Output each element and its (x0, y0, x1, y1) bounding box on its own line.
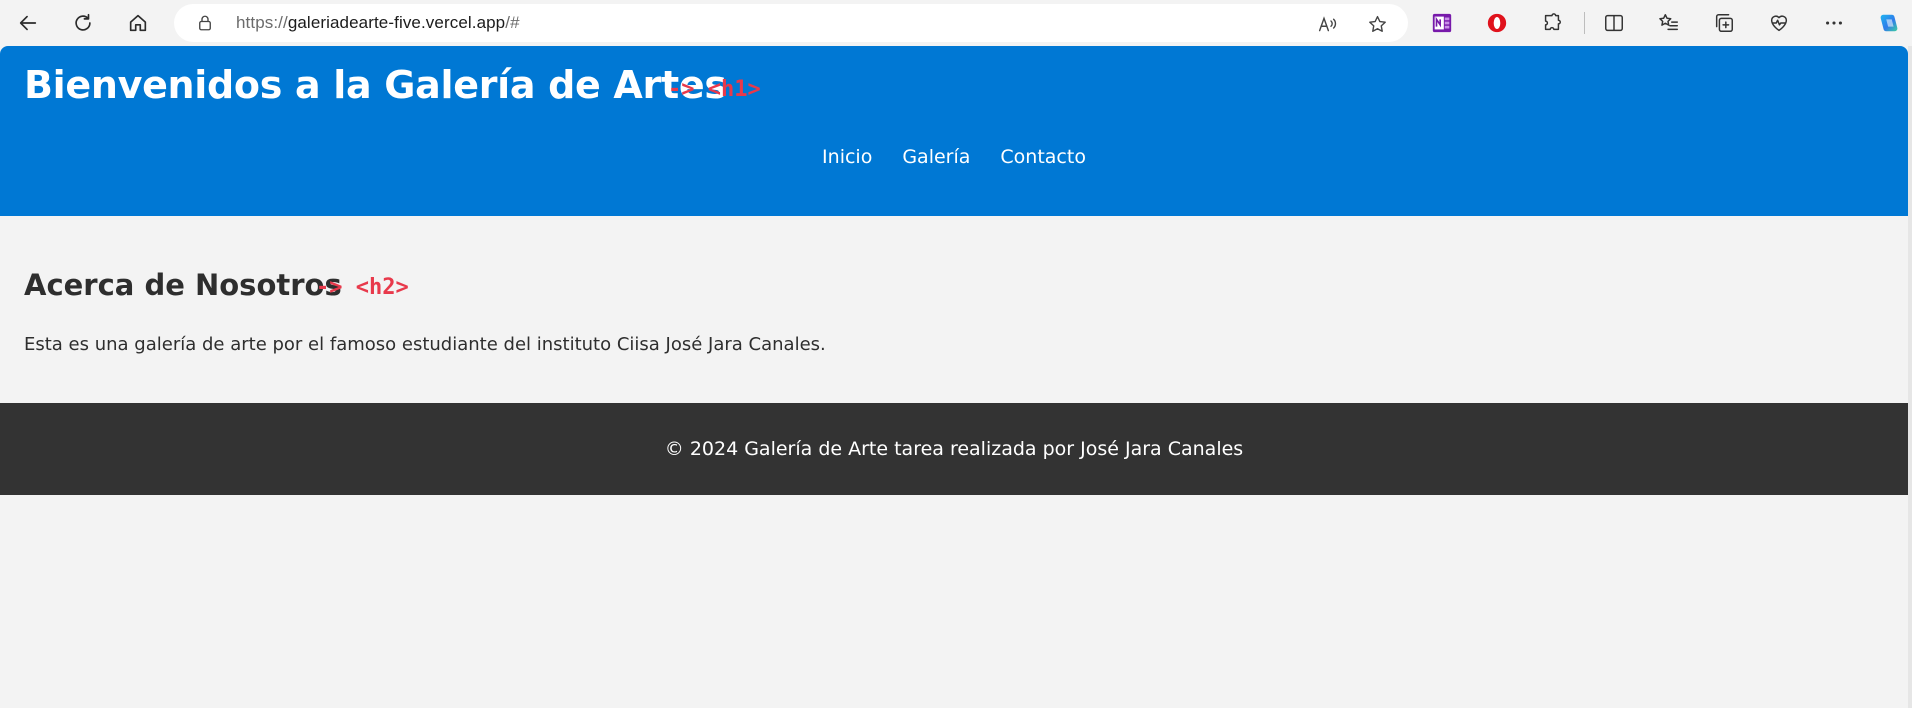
toolbar-divider (1584, 12, 1585, 34)
web-page: Bienvenidos a la Galería de Artes -> <h1… (0, 46, 1908, 708)
home-icon[interactable] (120, 5, 156, 41)
url-text[interactable]: https://galeriadearte-five.vercel.app/# (236, 13, 520, 33)
main-nav: Inicio Galería Contacto (0, 146, 1908, 168)
onenote-icon[interactable] (1426, 7, 1458, 39)
about-heading: Acerca de Nosotros (24, 268, 342, 302)
read-aloud-icon[interactable] (1316, 13, 1338, 35)
more-icon[interactable] (1818, 7, 1850, 39)
lock-icon[interactable] (196, 14, 214, 32)
nav-link-inicio[interactable]: Inicio (822, 146, 872, 168)
puzzle-icon[interactable] (1536, 7, 1568, 39)
url-host: galeriadearte-five.vercel.app (287, 13, 506, 32)
scrollbar-track[interactable] (1908, 46, 1912, 708)
star-icon[interactable] (1366, 13, 1388, 35)
heart-pulse-icon[interactable] (1763, 7, 1795, 39)
browser-toolbar: https://galeriadearte-five.vercel.app/# (0, 0, 1912, 46)
copilot-icon[interactable] (1873, 7, 1905, 39)
collections-icon[interactable] (1708, 7, 1740, 39)
url-path: /# (505, 13, 520, 32)
footer-text: © 2024 Galería de Arte tarea realizada p… (664, 438, 1244, 460)
nav-link-galeria[interactable]: Galería (902, 146, 970, 168)
about-paragraph: Esta es una galería de arte por el famos… (24, 334, 826, 355)
nav-link-contacto[interactable]: Contacto (1000, 146, 1086, 168)
url-protocol: https:// (236, 13, 288, 32)
back-arrow-icon[interactable] (10, 5, 46, 41)
h2-annotation: -> <h2> (316, 275, 409, 300)
page-title: Bienvenidos a la Galería de Artes (24, 63, 727, 107)
favorites-list-icon[interactable] (1653, 7, 1685, 39)
address-bar[interactable]: https://galeriadearte-five.vercel.app/# (174, 4, 1408, 42)
split-screen-icon[interactable] (1598, 7, 1630, 39)
site-footer: © 2024 Galería de Arte tarea realizada p… (0, 403, 1908, 495)
refresh-icon[interactable] (65, 5, 101, 41)
h1-annotation: -> <h1> (668, 77, 761, 102)
site-header: Bienvenidos a la Galería de Artes -> <h1… (0, 46, 1908, 216)
opera-icon[interactable] (1481, 7, 1513, 39)
